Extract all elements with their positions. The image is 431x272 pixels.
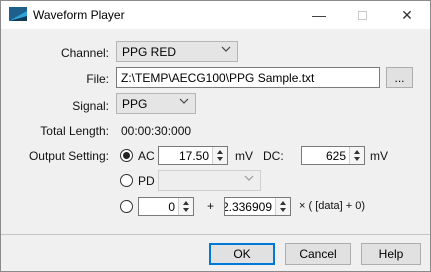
chevron-down-icon <box>179 98 189 104</box>
window-title: Waveform Player <box>33 8 125 22</box>
close-button[interactable]: ✕ <box>389 1 425 29</box>
signal-value: PPG <box>122 97 148 111</box>
footer-divider <box>1 234 430 235</box>
spin-arrows-icon[interactable] <box>349 147 364 164</box>
file-path-field[interactable]: Z:\TEMP\AECG100\PPG Sample.txt <box>116 67 380 88</box>
waveform-player-window: Waveform Player — ✕ Channel: PPG RED Fil… <box>0 0 431 272</box>
ac-unit: mV <box>235 149 253 163</box>
pd-dropdown[interactable] <box>158 170 261 191</box>
formula-offset-value: 0 <box>168 200 175 214</box>
channel-value: PPG RED <box>122 45 177 59</box>
channel-dropdown[interactable]: PPG RED <box>116 41 238 62</box>
dc-label: DC: <box>263 149 284 163</box>
ac-amplitude-stepper[interactable]: 17.50 <box>158 146 228 165</box>
browse-file-button[interactable]: ... <box>386 67 413 88</box>
file-label: File: <box>86 72 109 86</box>
formula-suffix: × ( [data] + 0) <box>299 200 366 212</box>
total-length-label: Total Length: <box>40 124 109 138</box>
ac-radio-label: AC <box>138 149 155 163</box>
signal-label: Signal: <box>72 99 109 113</box>
help-button[interactable]: Help <box>361 243 421 265</box>
pd-radio-label: PD <box>138 174 155 188</box>
title-bar[interactable]: Waveform Player — ✕ <box>1 1 430 29</box>
spin-arrows-icon[interactable] <box>275 198 290 215</box>
chevron-down-icon <box>221 46 231 52</box>
dc-value-stepper[interactable]: 625 <box>301 146 365 165</box>
formula-scale-value: 452.336909 <box>225 200 272 214</box>
pd-radio[interactable] <box>120 174 133 187</box>
maximize-icon <box>357 10 367 20</box>
maximize-button <box>344 1 380 29</box>
ac-radio[interactable] <box>120 149 133 162</box>
file-path-value: Z:\TEMP\AECG100\PPG Sample.txt <box>121 71 315 85</box>
output-setting-label: Output Setting: <box>28 149 109 163</box>
channel-label: Channel: <box>60 46 109 60</box>
dc-value: 625 <box>325 149 346 163</box>
spin-arrows-icon[interactable] <box>212 147 227 164</box>
ok-button[interactable]: OK <box>209 243 275 265</box>
ok-button-label: OK <box>233 247 251 261</box>
signal-dropdown[interactable]: PPG <box>116 93 196 114</box>
cancel-button[interactable]: Cancel <box>285 243 351 265</box>
minimize-button[interactable]: — <box>301 1 337 29</box>
close-icon: ✕ <box>401 6 413 23</box>
chevron-down-icon <box>244 175 254 181</box>
formula-radio[interactable] <box>120 200 133 213</box>
spin-arrows-icon[interactable] <box>178 198 193 215</box>
ac-amplitude-value: 17.50 <box>178 149 209 163</box>
waveform-app-icon <box>9 7 27 21</box>
formula-offset-stepper[interactable]: 0 <box>138 197 194 216</box>
dc-unit: mV <box>370 149 388 163</box>
cancel-button-label: Cancel <box>299 247 337 261</box>
help-button-label: Help <box>378 247 404 261</box>
formula-scale-stepper[interactable]: 452.336909 <box>224 197 291 216</box>
browse-button-label: ... <box>394 70 405 85</box>
total-length-value: 00:00:30:000 <box>121 124 192 138</box>
minimize-icon: — <box>312 7 326 23</box>
plus-sign: + <box>207 199 215 213</box>
